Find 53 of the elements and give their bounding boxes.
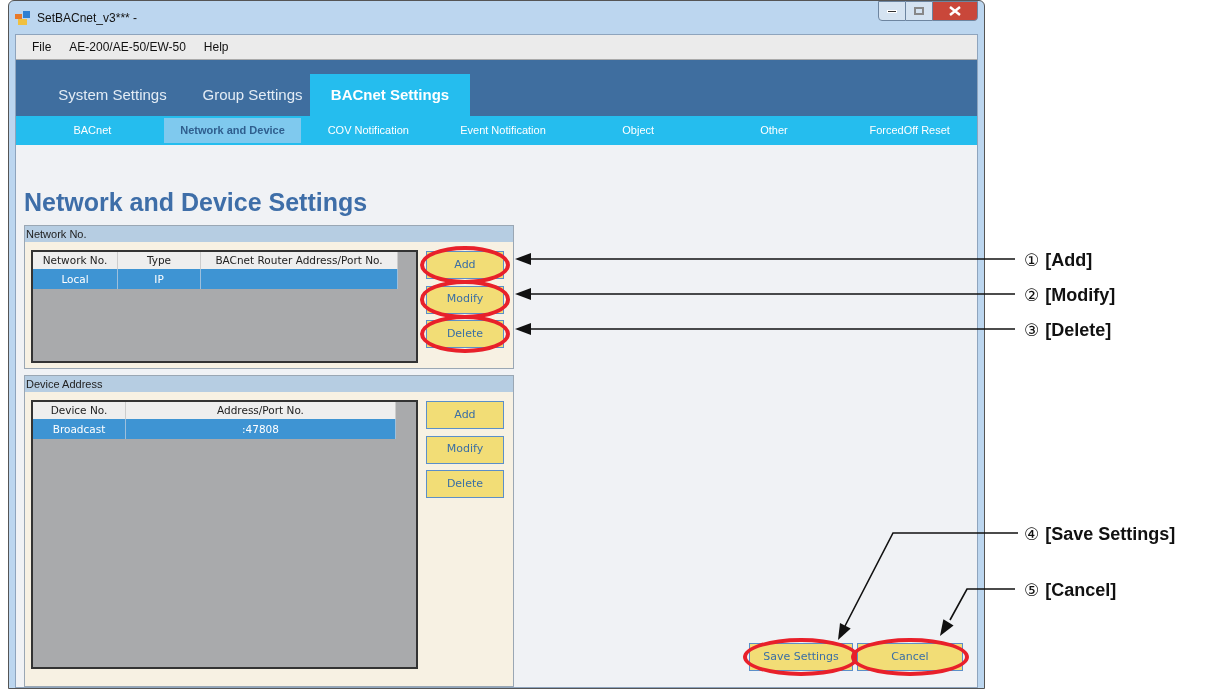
sub-tab[interactable]: Other (705, 118, 843, 143)
callout-label: [Cancel] (1045, 579, 1117, 602)
callout-number: ④ (1024, 522, 1040, 546)
main-tab[interactable]: BACnet Settings (310, 74, 470, 116)
callout-number: ③ (1024, 318, 1040, 342)
minimize-button[interactable] (878, 1, 906, 21)
column-header[interactable]: Address/Port No. (126, 402, 396, 419)
maximize-button[interactable] (906, 1, 932, 21)
table-cell: IP (154, 273, 164, 285)
table-cell: Local (61, 273, 89, 285)
column-header[interactable]: Type (118, 252, 201, 269)
menu-item[interactable]: AE-200/AE-50/EW-50 (69, 38, 186, 56)
window-title: SetBACnet_v3*** - (37, 9, 138, 27)
table-cell: Broadcast (52, 423, 106, 435)
sub-tab[interactable]: ForcedOff Reset (842, 118, 977, 143)
main-tab[interactable]: System Settings (30, 74, 195, 116)
action-button[interactable]: Modify (425, 285, 504, 314)
sub-tab[interactable]: BACnet (21, 118, 164, 143)
table-cell: :47808 (242, 423, 279, 435)
action-button[interactable]: Modify (425, 435, 504, 464)
callout-label: [Add] (1045, 249, 1093, 272)
page-heading: Network and Device Settings (24, 187, 369, 217)
action-button[interactable]: Cancel (857, 643, 963, 672)
column-header[interactable]: BACnet Router Address/Port No. (201, 252, 398, 269)
sub-tab[interactable]: Network and Device (163, 118, 302, 143)
close-button[interactable] (932, 1, 978, 21)
action-button[interactable]: Save Settings (749, 643, 853, 672)
app-icon (15, 10, 31, 25)
group-title: Network No. (25, 226, 513, 242)
sub-tab[interactable]: Object (570, 118, 706, 143)
list-row[interactable]: Local IP (33, 269, 398, 289)
menu-item[interactable]: File (32, 38, 52, 56)
action-button[interactable]: Delete (425, 319, 504, 348)
callout-number: ② (1024, 283, 1040, 307)
callout-label: [Delete] (1045, 319, 1112, 342)
list-view[interactable]: Device No. Address/Port No. Broadcast :47808 (31, 400, 418, 669)
menu-item[interactable]: Help (203, 38, 229, 56)
column-header[interactable]: Network No. (33, 252, 118, 269)
group-title: Device Address (25, 376, 513, 392)
list-row[interactable]: Broadcast :47808 (33, 419, 396, 439)
column-header[interactable]: Device No. (33, 402, 126, 419)
action-button[interactable]: Add (425, 251, 504, 280)
callout-label: [Modify] (1045, 284, 1116, 307)
callout-number: ① (1024, 248, 1040, 272)
main-tab[interactable]: Group Settings (195, 74, 310, 116)
callout-number: ⑤ (1024, 578, 1040, 602)
sub-tab[interactable]: COV Notification (301, 118, 436, 143)
action-button[interactable]: Delete (425, 469, 504, 498)
sub-tab[interactable]: Event Notification (435, 118, 571, 143)
action-button[interactable]: Add (425, 401, 504, 430)
list-view[interactable]: Network No. Type BACnet Router Address/Port No. Local IP (31, 250, 418, 363)
callout-label: [Save Settings] (1045, 523, 1176, 546)
close-icon (949, 6, 961, 16)
